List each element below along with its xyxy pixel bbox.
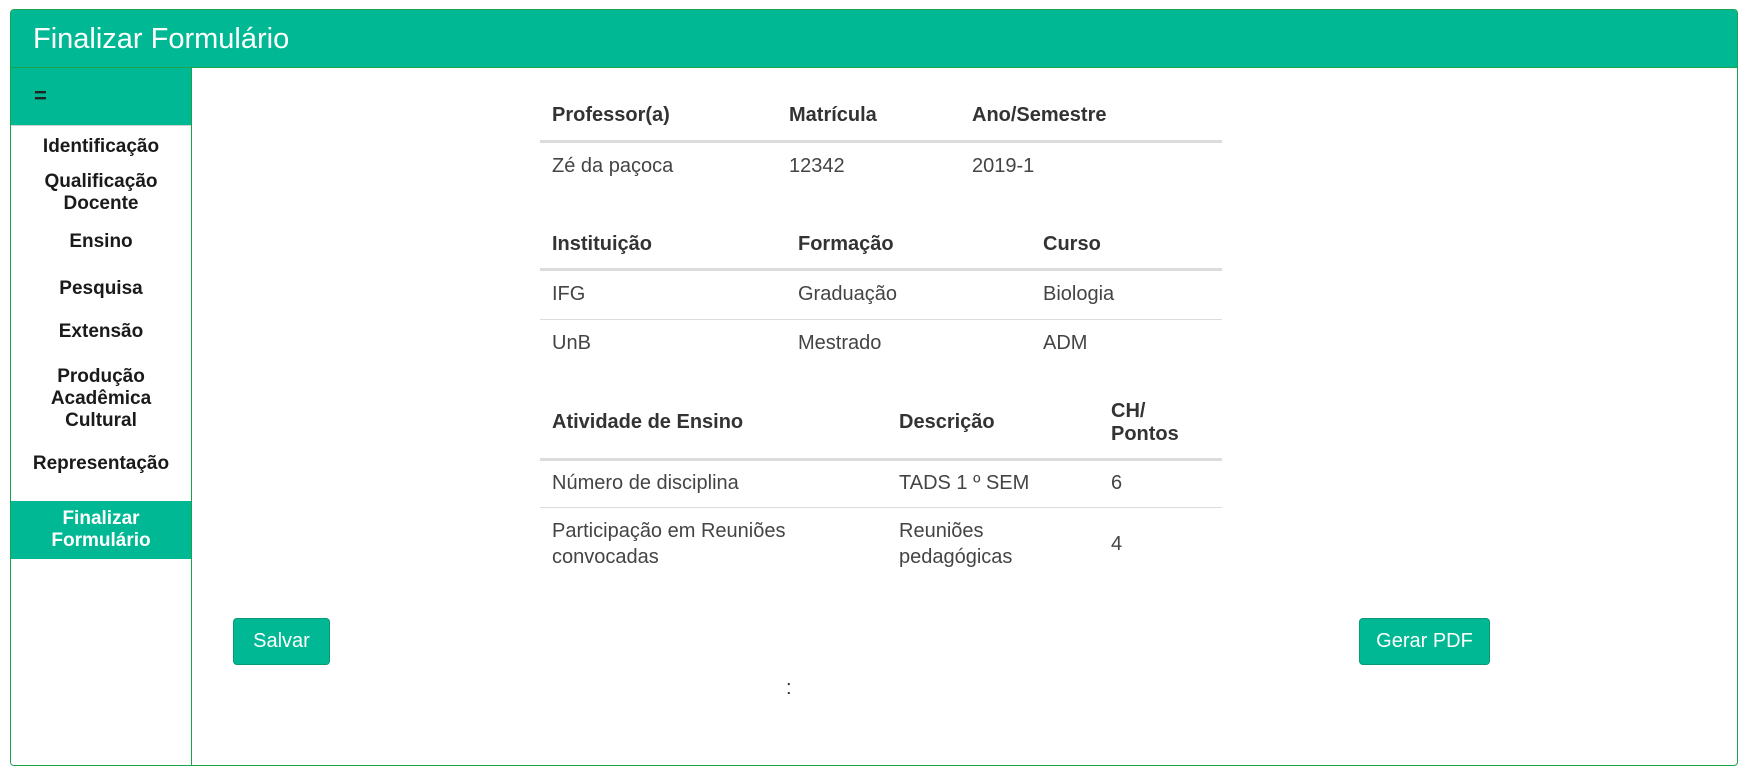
more-indicator: : [786, 677, 792, 699]
table-cell: Reuniões pedagógicas [899, 520, 1013, 569]
table-cell: IFG [540, 269, 786, 320]
menu-icon: = [34, 83, 47, 108]
table-header-row: Instituição Formação Curso [540, 221, 1222, 271]
column-header: Descrição [887, 388, 1099, 461]
column-header: Ano/Semestre [960, 92, 1222, 143]
sidebar: = Identificação Qualificação Docente Ens… [11, 68, 192, 765]
table-cell: 6 [1099, 459, 1222, 508]
sidebar-item-extensao[interactable]: Extensão [11, 321, 191, 343]
generate-pdf-button[interactable]: Gerar PDF [1359, 618, 1490, 665]
professor-name: Zé da paçoca [552, 155, 674, 178]
table-cell: TADS 1 º SEM [887, 459, 1099, 508]
table-row: UnB Mestrado ADM [540, 319, 1222, 368]
sidebar-item-qualificacao-docente[interactable]: Qualificação Docente [11, 171, 191, 215]
column-header: Atividade de Ensino [540, 388, 887, 461]
table-cell: Participação em Reuniões convocadas [552, 520, 786, 569]
column-header: Instituição [540, 221, 786, 271]
table-cell: Biologia [1031, 269, 1222, 320]
table-row: IFG Graduação Biologia [540, 269, 1222, 320]
table-row: Zé da paçoca 12342 2019-1 [540, 141, 1222, 191]
column-header: Professor(a) [540, 92, 777, 143]
ano-semestre-value: 2019-1 [972, 155, 1035, 178]
table-row: Participação em Reuniões convocadas Reun… [540, 507, 1222, 581]
table-cell: Graduação [786, 269, 1031, 320]
column-header: Matrícula [777, 92, 960, 143]
sidebar-item-pesquisa[interactable]: Pesquisa [11, 278, 191, 300]
column-header: Formação [786, 221, 1031, 271]
matricula-value: 12342 [789, 155, 845, 178]
table-header-row: Atividade de Ensino Descrição CH/ Pontos [540, 388, 1222, 461]
save-button[interactable]: Salvar [233, 618, 330, 665]
table-cell: Mestrado [798, 332, 882, 355]
sidebar-item-identificacao[interactable]: Identificação [11, 136, 191, 158]
ensino-table: Atividade de Ensino Descrição CH/ Pontos… [540, 388, 1222, 581]
app-frame: Finalizar Formulário = Identificação Qua… [10, 9, 1738, 766]
sidebar-item-producao-academica-cultural[interactable]: Produção Acadêmica Cultural [11, 366, 191, 432]
header-bar: Finalizar Formulário [11, 10, 1737, 68]
formacao-table: Instituição Formação Curso IFG Graduação… [540, 221, 1222, 368]
sidebar-item-finalizar-formulario[interactable]: Finalizar Formulário [11, 501, 191, 559]
page-title: Finalizar Formulário [33, 23, 290, 55]
table-cell: 4 [1111, 532, 1123, 555]
table-cell: ADM [1043, 332, 1088, 355]
column-header: CH/ Pontos [1099, 388, 1222, 461]
column-header: Curso [1031, 221, 1222, 271]
sidebar-toggle-button[interactable]: = [11, 68, 191, 126]
sidebar-item-representacao[interactable]: Representação [11, 453, 191, 475]
professor-table: Professor(a) Matrícula Ano/Semestre Zé d… [540, 92, 1222, 191]
table-row: Número de disciplina TADS 1 º SEM 6 [540, 459, 1222, 508]
table-header-row: Professor(a) Matrícula Ano/Semestre [540, 92, 1222, 143]
main-content: Professor(a) Matrícula Ano/Semestre Zé d… [192, 68, 1737, 765]
sidebar-item-ensino[interactable]: Ensino [11, 231, 191, 253]
table-cell: UnB [552, 332, 591, 355]
table-cell: Número de disciplina [540, 459, 887, 508]
